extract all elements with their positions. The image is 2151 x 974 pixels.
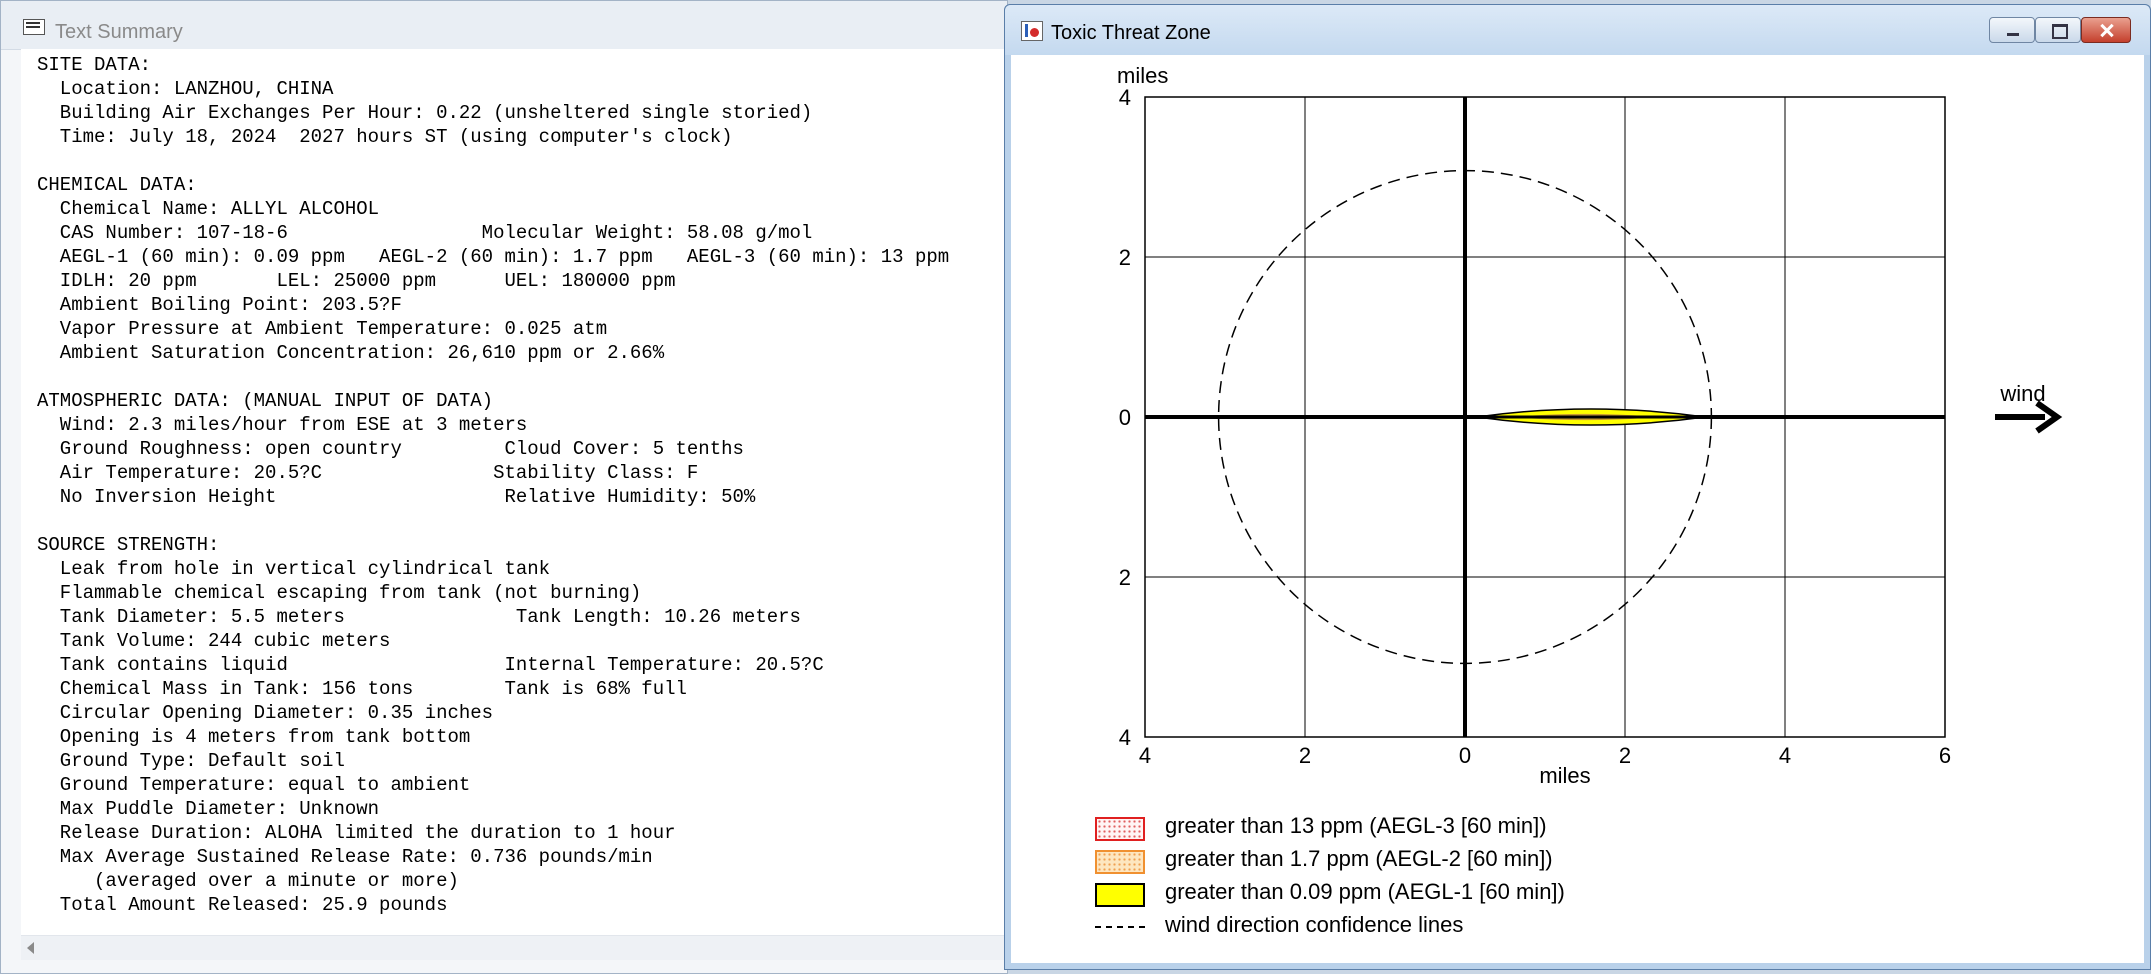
legend-label-aegl1: greater than 0.09 ppm (AEGL-1 [60 min]) (1165, 879, 1565, 904)
wind-label: wind (1999, 381, 2045, 406)
legend-item-aegl1: greater than 0.09 ppm (AEGL-1 [60 min]) (1095, 879, 1795, 907)
text-summary-titlebar[interactable]: Text Summary (1, 1, 1007, 50)
text-summary-title: Text Summary (55, 21, 183, 43)
x-tick-label: 2 (1619, 743, 1631, 768)
x-axis-label: miles (1539, 763, 1590, 788)
legend-label-aegl3: greater than 13 ppm (AEGL-3 [60 min]) (1165, 813, 1547, 838)
legend-label-aegl2: greater than 1.7 ppm (AEGL-2 [60 min]) (1165, 846, 1553, 871)
toxic-threat-zone-window[interactable]: Toxic Threat Zone 4 2 0 2 4 6 4 2 0 2 4 miles miles w… (1004, 4, 2151, 970)
x-tick-label: 4 (1139, 743, 1151, 768)
horizontal-scrollbar[interactable] (21, 935, 1007, 960)
y-tick-label: 4 (1119, 85, 1131, 110)
x-tick-label: 0 (1459, 743, 1471, 768)
summary-text-area[interactable]: SITE DATA: Location: LANZHOU, CHINA Buil… (21, 49, 1007, 935)
threat-zone-app-icon (1021, 21, 1043, 41)
legend-item-aegl2: greater than 1.7 ppm (AEGL-2 [60 min]) (1095, 846, 1795, 874)
threat-zone-plot-area: 4 2 0 2 4 6 4 2 0 2 4 miles miles wind greater than 1… (1011, 55, 2144, 963)
y-axis-label: miles (1117, 63, 1168, 88)
legend-label-confidence: wind direction confidence lines (1165, 912, 1464, 937)
text-summary-window[interactable]: Text Summary SITE DATA: Location: LANZHO… (0, 0, 1008, 974)
y-tick-label: 0 (1119, 405, 1131, 430)
aegl1-swatch (1095, 883, 1145, 907)
y-tick-label: 2 (1119, 245, 1131, 270)
threat-zone-titlebar[interactable]: Toxic Threat Zone (1005, 5, 2150, 55)
legend-item-confidence: wind direction confidence lines (1095, 912, 1795, 940)
aegl3-swatch (1095, 817, 1145, 841)
scroll-left-arrow-icon[interactable] (27, 942, 34, 954)
x-tick-label: 4 (1779, 743, 1791, 768)
legend-item-aegl3: greater than 13 ppm (AEGL-3 [60 min]) (1095, 813, 1795, 841)
aegl2-swatch (1095, 850, 1145, 874)
x-tick-label: 6 (1939, 743, 1951, 768)
threat-zone-title: Toxic Threat Zone (1051, 22, 1211, 44)
y-tick-label: 4 (1119, 725, 1131, 750)
minimize-button[interactable] (1989, 17, 2035, 43)
y-tick-label: 2 (1119, 565, 1131, 590)
maximize-button[interactable] (2035, 17, 2081, 43)
text-summary-app-icon (23, 19, 45, 35)
close-button[interactable] (2081, 17, 2131, 43)
x-tick-label: 2 (1299, 743, 1311, 768)
summary-text: SITE DATA: Location: LANZHOU, CHINA Buil… (37, 54, 950, 916)
confidence-line-swatch (1095, 926, 1145, 928)
